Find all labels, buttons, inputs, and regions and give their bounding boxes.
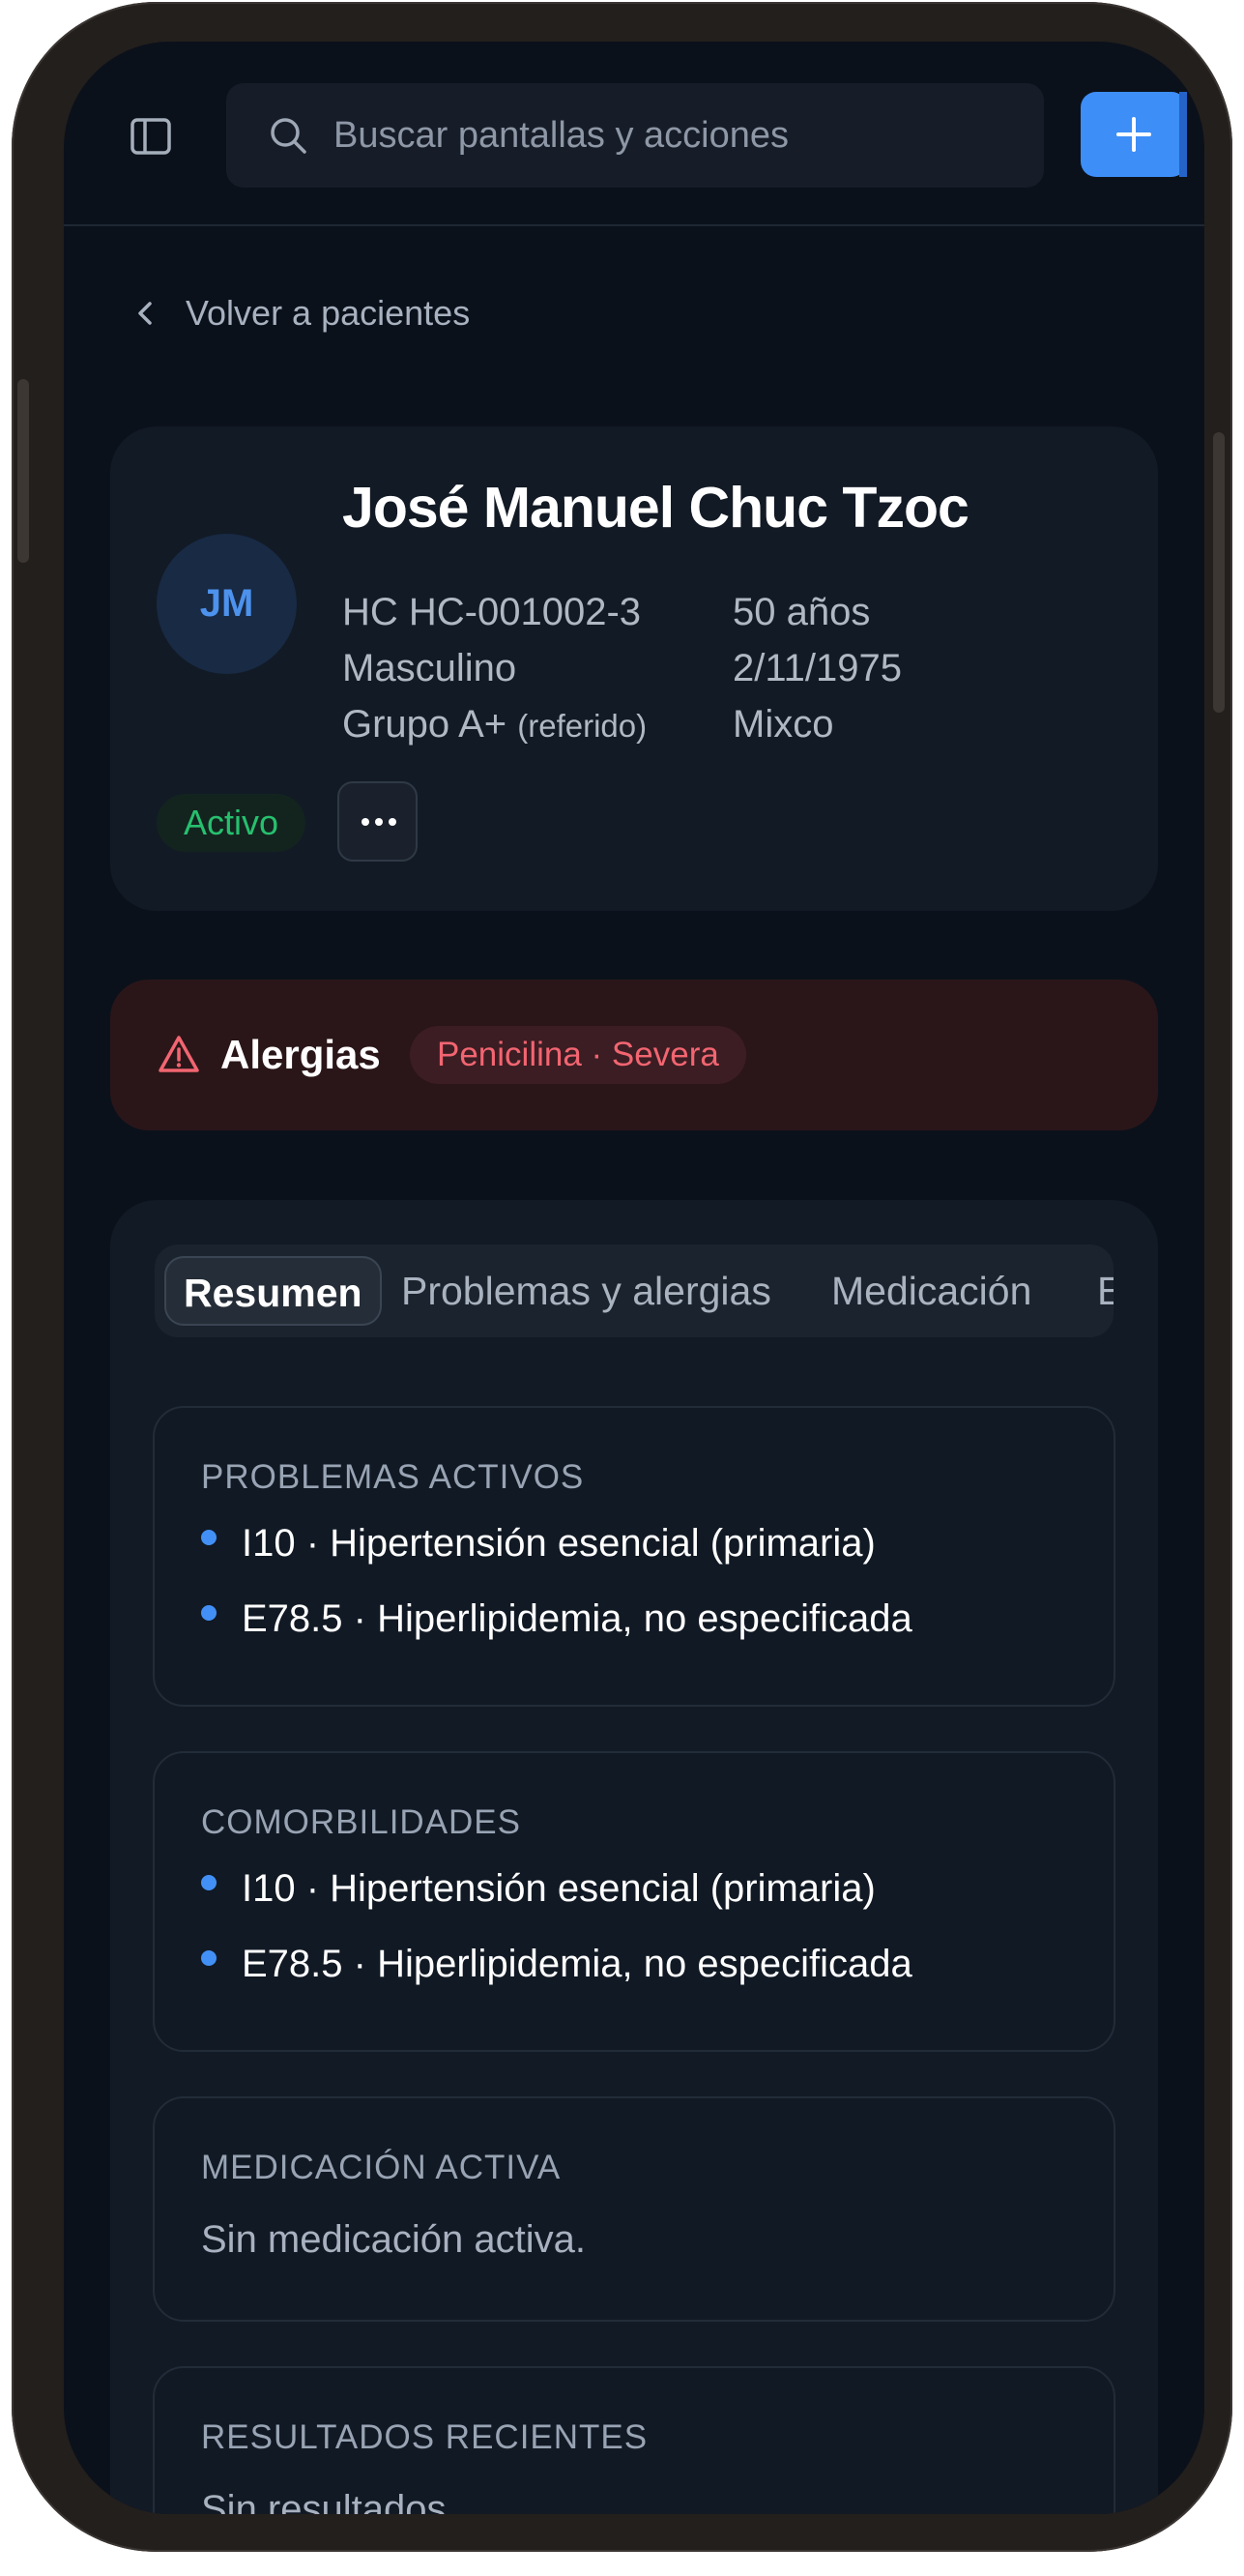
patient-blood-group-row: Grupo A+ (referido) bbox=[342, 696, 647, 754]
more-horizontal-icon bbox=[362, 818, 396, 826]
patient-card: JM José Manuel Chuc Tzoc HC HC-001002-3 … bbox=[110, 426, 1158, 911]
section-title: MEDICACIÓN ACTIVA bbox=[201, 2149, 562, 2186]
bullet-icon bbox=[201, 1529, 217, 1545]
tab-overflow[interactable]: E bbox=[1097, 1256, 1114, 1326]
search-placeholder: Buscar pantallas y acciones bbox=[333, 115, 790, 156]
patient-birthdate: 2/11/1975 bbox=[733, 647, 902, 689]
comorbidity-label: I10 · Hipertensión esencial (primaria) bbox=[242, 1867, 876, 1910]
more-options-button[interactable] bbox=[337, 781, 418, 862]
phone-side-button bbox=[17, 379, 29, 563]
section-title: PROBLEMAS ACTIVOS bbox=[201, 1458, 585, 1496]
list-item: I10 · Hipertensión esencial (primaria) bbox=[201, 1522, 876, 1566]
summary-panel: Resumen Problemas y alergias Medicación … bbox=[110, 1200, 1158, 2514]
allergy-banner: Alergias Penicilina · Severa bbox=[110, 980, 1158, 1130]
section-active-problems: PROBLEMAS ACTIVOS I10 · Hipertensión ese… bbox=[153, 1406, 1115, 1707]
phone-side-button bbox=[1213, 432, 1225, 713]
add-button-edge bbox=[1179, 92, 1187, 177]
section-title: COMORBILIDADES bbox=[201, 1803, 521, 1841]
search-bar[interactable]: Buscar pantallas y acciones bbox=[226, 83, 1044, 188]
section-title: RESULTADOS RECIENTES bbox=[201, 2418, 649, 2456]
add-button[interactable] bbox=[1081, 92, 1187, 177]
problem-label: I10 · Hipertensión esencial (primaria) bbox=[242, 1522, 876, 1565]
bullet-icon bbox=[201, 1949, 217, 1966]
sidebar-toggle-icon[interactable] bbox=[128, 113, 174, 160]
plus-icon bbox=[1116, 117, 1151, 152]
warning-icon bbox=[159, 1036, 199, 1072]
tab-resumen[interactable]: Resumen bbox=[164, 1256, 382, 1326]
empty-state: Sin resultados bbox=[201, 2488, 447, 2514]
problem-label: E78.5 · Hiperlipidemia, no especificada bbox=[242, 1597, 912, 1640]
patient-record: HC HC-001002-3 bbox=[342, 591, 642, 633]
status-badge: Activo bbox=[157, 794, 306, 852]
avatar: JM bbox=[157, 534, 297, 674]
patient-name: José Manuel Chuc Tzoc bbox=[342, 476, 969, 540]
allergy-chip: Penicilina · Severa bbox=[410, 1026, 746, 1084]
patient-sex: Masculino bbox=[342, 647, 517, 689]
tab-problemas-y-alergias[interactable]: Problemas y alergias bbox=[401, 1256, 771, 1326]
tab-bar: Resumen Problemas y alergias Medicación … bbox=[155, 1244, 1114, 1337]
comorbidity-label: E78.5 · Hiperlipidemia, no especificada bbox=[242, 1943, 912, 1985]
top-bar: Buscar pantallas y acciones bbox=[64, 42, 1204, 226]
chevron-left-icon bbox=[138, 302, 152, 325]
section-comorbidities: COMORBILIDADES I10 · Hipertensión esenci… bbox=[153, 1751, 1115, 2052]
list-item: E78.5 · Hiperlipidemia, no especificada bbox=[201, 1597, 912, 1641]
back-label: Volver a pacientes bbox=[186, 293, 471, 333]
bullet-icon bbox=[201, 1604, 217, 1621]
section-recent-results: RESULTADOS RECIENTES Sin resultados bbox=[153, 2366, 1115, 2514]
app-screen: Buscar pantallas y acciones Volver a pac… bbox=[64, 42, 1204, 2514]
empty-state: Sin medicación activa. bbox=[201, 2218, 586, 2261]
section-active-medication: MEDICACIÓN ACTIVA Sin medicación activa. bbox=[153, 2096, 1115, 2322]
list-item: E78.5 · Hiperlipidemia, no especificada bbox=[201, 1943, 912, 1986]
patient-blood-note: (referido) bbox=[517, 708, 648, 744]
list-item: I10 · Hipertensión esencial (primaria) bbox=[201, 1867, 876, 1911]
patient-blood-group: Grupo A+ bbox=[342, 703, 507, 746]
patient-location: Mixco bbox=[733, 703, 834, 746]
tab-medicacion[interactable]: Medicación bbox=[831, 1256, 1031, 1326]
search-icon bbox=[271, 118, 306, 154]
allergy-label: Alergias bbox=[220, 1032, 381, 1077]
phone-frame: Buscar pantallas y acciones Volver a pac… bbox=[12, 2, 1232, 2552]
bullet-icon bbox=[201, 1874, 217, 1890]
patient-age: 50 años bbox=[733, 591, 871, 633]
back-link[interactable]: Volver a pacientes bbox=[131, 290, 470, 337]
